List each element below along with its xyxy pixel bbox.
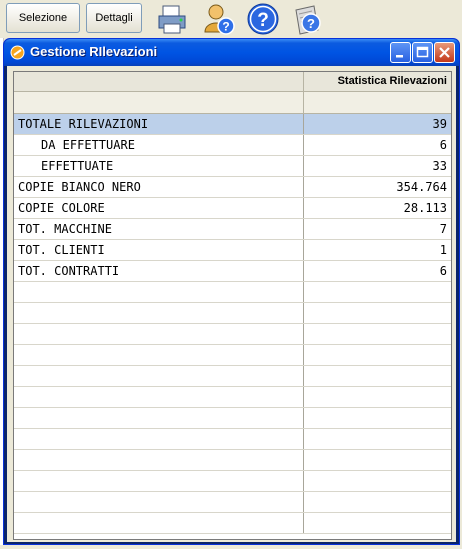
window-titlebar[interactable]: Gestione RIlevazioni	[4, 39, 459, 66]
help-icon[interactable]: ?	[246, 2, 280, 36]
row-label: COPIE BIANCO NERO	[14, 177, 304, 197]
grid-header-label-column	[14, 72, 304, 91]
printer-icon[interactable]	[155, 2, 189, 36]
svg-text:?: ?	[222, 20, 229, 34]
empty-table-row[interactable]	[14, 366, 451, 387]
table-row[interactable]: COPIE COLORE 28.113	[14, 198, 451, 219]
user-help-icon[interactable]: ?	[202, 2, 236, 36]
table-row[interactable]: TOT. CLIENTI 1	[14, 240, 451, 261]
empty-table-row[interactable]	[14, 429, 451, 450]
row-value: 6	[439, 138, 447, 152]
row-label: TOT. CONTRATTI	[14, 261, 304, 281]
row-value: 354.764	[396, 180, 447, 194]
grid-filter-row	[14, 92, 451, 114]
empty-table-row[interactable]	[14, 345, 451, 366]
row-label: DA EFFETTUARE	[14, 135, 304, 155]
svg-text:?: ?	[257, 10, 269, 31]
grid-rows: TOTALE RILEVAZIONI 39 DA EFFETTUARE 6 EFFETT…	[14, 114, 451, 534]
table-row[interactable]: TOTALE RILEVAZIONI 39	[14, 114, 451, 135]
row-label: EFFETTUATE	[14, 156, 304, 176]
underlying-window-bottom	[0, 545, 462, 549]
row-value: 7	[439, 222, 447, 236]
empty-table-row[interactable]	[14, 303, 451, 324]
row-label: TOT. CLIENTI	[14, 240, 304, 260]
selezione-button[interactable]: Selezione	[6, 3, 80, 33]
close-button[interactable]	[434, 42, 455, 63]
gestione-rilevazioni-window: Gestione RIlevazioni Statistica Rilevazi…	[3, 38, 460, 545]
table-row[interactable]: DA EFFETTUARE 6	[14, 135, 451, 156]
empty-table-row[interactable]	[14, 471, 451, 492]
app-icon	[10, 45, 25, 60]
window-title: Gestione RIlevazioni	[30, 44, 158, 59]
empty-table-row[interactable]	[14, 282, 451, 303]
row-label: COPIE COLORE	[14, 198, 304, 218]
maximize-button[interactable]	[412, 42, 433, 63]
grid-header-value-column: Statistica Rilevazioni	[337, 75, 447, 87]
row-value: 6	[439, 264, 447, 278]
window-client-area: Statistica Rilevazioni TOTALE RILEVAZION…	[7, 66, 456, 542]
empty-table-row[interactable]	[14, 513, 451, 534]
grid-header: Statistica Rilevazioni	[14, 72, 451, 92]
svg-text:?: ?	[307, 16, 315, 31]
empty-table-row[interactable]	[14, 324, 451, 345]
empty-table-row[interactable]	[14, 450, 451, 471]
help-paper-icon[interactable]: ?	[290, 2, 324, 36]
row-label: TOTALE RILEVAZIONI	[14, 114, 304, 134]
main-toolbar: Selezione Dettagli ? ? ?	[0, 0, 462, 38]
minimize-button[interactable]	[390, 42, 411, 63]
dettagli-button[interactable]: Dettagli	[86, 3, 142, 33]
statistics-grid: Statistica Rilevazioni TOTALE RILEVAZION…	[13, 71, 452, 540]
row-label: TOT. MACCHINE	[14, 219, 304, 239]
table-row[interactable]: COPIE BIANCO NERO 354.764	[14, 177, 451, 198]
row-value: 39	[432, 117, 447, 131]
empty-table-row[interactable]	[14, 492, 451, 513]
row-value: 1	[439, 243, 447, 257]
table-row[interactable]: TOT. MACCHINE 7	[14, 219, 451, 240]
table-row[interactable]: EFFETTUATE 33	[14, 156, 451, 177]
row-value: 33	[432, 159, 447, 173]
row-value: 28.113	[403, 201, 447, 215]
empty-table-row[interactable]	[14, 387, 451, 408]
table-row[interactable]: TOT. CONTRATTI 6	[14, 261, 451, 282]
empty-table-row[interactable]	[14, 408, 451, 429]
